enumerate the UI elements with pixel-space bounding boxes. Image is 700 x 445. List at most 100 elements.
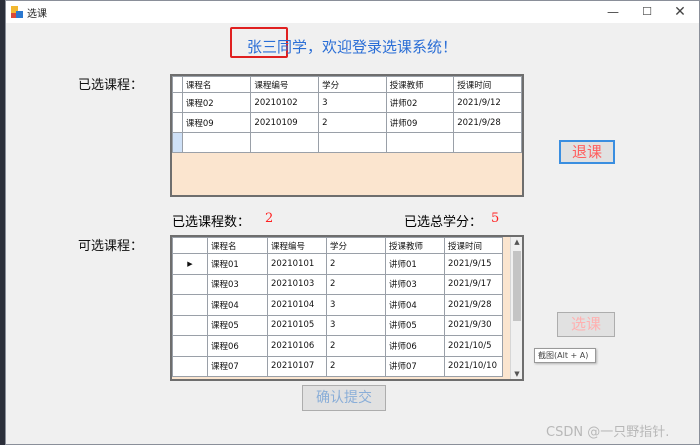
- table-cell[interactable]: 2021/9/28: [444, 294, 503, 316]
- course-selection-window: 选课 — ☐ ✕ 张三同学，欢迎登录选课系统！ 已选课程： 课程名 课程编号 学…: [5, 0, 700, 445]
- table-row[interactable]: 课程03 20210103 2 讲师03 2021/9/17: [172, 273, 503, 295]
- table-cell[interactable]: 20210102: [250, 92, 320, 113]
- vertical-scrollbar[interactable]: ▲ ▼: [510, 237, 522, 379]
- table-cell[interactable]: 2021/9/30: [444, 314, 503, 336]
- scrollbar-thumb[interactable]: [513, 251, 521, 321]
- column-header[interactable]: 授课时间: [444, 237, 503, 254]
- table-cell[interactable]: 3: [326, 294, 386, 316]
- row-header[interactable]: [172, 355, 208, 377]
- table-cell[interactable]: 2: [326, 355, 386, 377]
- table-cell[interactable]: 讲师09: [385, 112, 455, 133]
- table-cell[interactable]: 讲师02: [385, 92, 455, 113]
- table-row[interactable]: 课程07 20210107 2 讲师07 2021/10/10: [172, 355, 503, 377]
- row-header[interactable]: [172, 92, 183, 113]
- table-cell[interactable]: 20210107: [267, 355, 327, 377]
- total-credits-label: 已选总学分：: [404, 215, 483, 230]
- table-cell[interactable]: 2021/9/15: [444, 253, 503, 275]
- column-header[interactable]: 课程编号: [267, 237, 327, 254]
- table-cell[interactable]: 课程05: [207, 314, 268, 336]
- table-cell[interactable]: 课程01: [207, 253, 268, 275]
- screenshot-tooltip: 截图(Alt + A): [534, 348, 596, 363]
- table-cell[interactable]: 20210104: [267, 294, 327, 316]
- table-cell[interactable]: [318, 132, 387, 153]
- column-header[interactable]: 学分: [326, 237, 386, 254]
- table-cell[interactable]: [250, 132, 320, 153]
- close-button[interactable]: ✕: [666, 3, 694, 21]
- app-icon: [11, 6, 23, 18]
- table-row[interactable]: 课程02 20210102 3 讲师02 2021/9/12: [172, 92, 522, 113]
- new-row[interactable]: [172, 132, 522, 153]
- scroll-down-arrow-icon[interactable]: ▼: [511, 370, 522, 378]
- row-header[interactable]: [172, 132, 183, 153]
- table-cell[interactable]: [385, 132, 455, 153]
- table-cell[interactable]: 2: [326, 335, 386, 357]
- table-cell[interactable]: 3: [326, 314, 386, 336]
- selected-count-value: 2: [265, 211, 274, 226]
- window-title: 选课: [27, 9, 47, 20]
- table-cell[interactable]: 课程09: [181, 112, 252, 133]
- available-courses-label: 可选课程：: [78, 239, 144, 254]
- table-cell[interactable]: [181, 132, 252, 153]
- selected-courses-grid[interactable]: 课程名 课程编号 学分 授课教师 授课时间 课程02 20210102 3 讲师…: [170, 74, 524, 197]
- column-header[interactable]: 课程名: [181, 76, 252, 93]
- table-cell[interactable]: 20210103: [267, 273, 327, 295]
- selected-courses-label: 已选课程：: [78, 78, 144, 93]
- table-cell[interactable]: 3: [318, 92, 387, 113]
- table-row[interactable]: 课程04 20210104 3 讲师04 2021/9/28: [172, 294, 503, 316]
- total-credits-value: 5: [491, 211, 500, 226]
- watermark: CSDN @一只野指针.: [546, 425, 670, 440]
- table-cell[interactable]: 2021/10/5: [444, 335, 503, 357]
- drop-course-button[interactable]: 退课: [559, 140, 615, 164]
- row-header[interactable]: [172, 273, 208, 295]
- table-cell[interactable]: 课程04: [207, 294, 268, 316]
- table-cell[interactable]: 讲师06: [385, 335, 445, 357]
- column-header[interactable]: 课程名: [207, 237, 268, 254]
- grid-header-row: 课程名 课程编号 学分 授课教师 授课时间: [172, 76, 522, 93]
- select-course-button[interactable]: 选课: [557, 312, 615, 337]
- column-header[interactable]: 课程编号: [250, 76, 320, 93]
- title-bar[interactable]: 选课 — ☐ ✕: [6, 1, 699, 23]
- column-header[interactable]: 授课时间: [453, 76, 522, 93]
- table-row[interactable]: 课程09 20210109 2 讲师09 2021/9/28: [172, 112, 522, 133]
- table-cell[interactable]: 讲师05: [385, 314, 445, 336]
- table-cell[interactable]: 20210106: [267, 335, 327, 357]
- maximize-button[interactable]: ☐: [633, 3, 661, 21]
- column-header[interactable]: 授课教师: [385, 76, 455, 93]
- welcome-message: 张三同学，欢迎登录选课系统！: [247, 38, 458, 56]
- table-cell[interactable]: 课程06: [207, 335, 268, 357]
- confirm-submit-button[interactable]: 确认提交: [302, 385, 386, 411]
- table-cell[interactable]: 2021/9/12: [453, 92, 522, 113]
- table-cell[interactable]: 课程03: [207, 273, 268, 295]
- table-cell[interactable]: 2021/10/10: [444, 355, 503, 377]
- current-row-arrow-icon[interactable]: ▶: [172, 253, 208, 275]
- scroll-up-arrow-icon[interactable]: ▲: [511, 238, 522, 246]
- table-cell[interactable]: 20210101: [267, 253, 327, 275]
- table-cell[interactable]: 讲师01: [385, 253, 445, 275]
- table-cell[interactable]: 2021/9/28: [453, 112, 522, 133]
- table-cell[interactable]: 2: [326, 253, 386, 275]
- table-cell[interactable]: 讲师03: [385, 273, 445, 295]
- table-cell[interactable]: 课程02: [181, 92, 252, 113]
- table-cell[interactable]: 2: [326, 273, 386, 295]
- table-cell[interactable]: 2021/9/17: [444, 273, 503, 295]
- column-header[interactable]: 学分: [318, 76, 387, 93]
- available-courses-grid[interactable]: 课程名 课程编号 学分 授课教师 授课时间 ▶ 课程01 20210101 2 …: [170, 235, 524, 381]
- row-header[interactable]: [172, 314, 208, 336]
- minimize-button[interactable]: —: [599, 3, 627, 21]
- table-cell[interactable]: 20210105: [267, 314, 327, 336]
- row-header[interactable]: [172, 335, 208, 357]
- table-cell[interactable]: 讲师04: [385, 294, 445, 316]
- table-cell[interactable]: 2: [318, 112, 387, 133]
- table-cell[interactable]: 20210109: [250, 112, 320, 133]
- row-header-corner: [172, 237, 208, 254]
- table-row[interactable]: ▶ 课程01 20210101 2 讲师01 2021/9/15: [172, 253, 503, 275]
- row-header[interactable]: [172, 112, 183, 133]
- table-row[interactable]: 课程05 20210105 3 讲师05 2021/9/30: [172, 314, 503, 336]
- column-header[interactable]: 授课教师: [385, 237, 445, 254]
- table-cell[interactable]: [453, 132, 522, 153]
- table-row[interactable]: 课程06 20210106 2 讲师06 2021/10/5: [172, 335, 503, 357]
- selected-count-label: 已选课程数：: [172, 215, 251, 230]
- row-header[interactable]: [172, 294, 208, 316]
- table-cell[interactable]: 讲师07: [385, 355, 445, 377]
- table-cell[interactable]: 课程07: [207, 355, 268, 377]
